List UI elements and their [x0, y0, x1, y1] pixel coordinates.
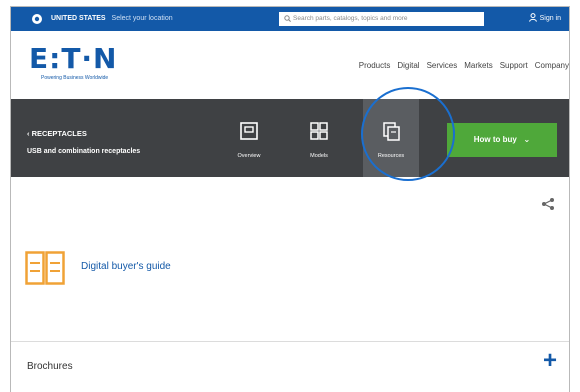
nav-products[interactable]: Products — [359, 61, 391, 70]
how-to-buy-label: How to buy — [473, 135, 517, 144]
browser-frame: UNITED STATES Select your location Searc… — [10, 6, 570, 392]
location-selector[interactable]: UNITED STATES Select your location — [51, 15, 173, 22]
nav-support[interactable]: Support — [500, 61, 528, 70]
book-icon — [25, 251, 65, 285]
logo-tagline: Powering Business Worldwide — [41, 75, 109, 81]
user-icon — [528, 13, 537, 22]
site-header: E:T·N Powering Business Worldwide Produc… — [11, 31, 569, 99]
tab-overview-label: Overview — [237, 153, 261, 159]
how-to-buy-button[interactable]: How to buy ⌄ — [447, 123, 557, 157]
sign-in-link[interactable]: Sign in — [528, 13, 561, 22]
tab-resources-label: Resources — [377, 153, 405, 159]
main-nav: Products Digital Services Markets Suppor… — [359, 61, 569, 70]
resources-icon — [383, 122, 400, 141]
models-grid-icon — [310, 122, 328, 140]
product-title: USB and combination receptacles — [27, 148, 141, 155]
share-icon[interactable] — [541, 197, 555, 211]
sign-in-label: Sign in — [539, 15, 561, 22]
nav-company[interactable]: Company — [535, 61, 569, 70]
chevron-down-icon: ⌄ — [519, 135, 531, 144]
tab-models-label: Models — [310, 153, 328, 159]
product-bar: ‹ RECEPTACLES USB and combination recept… — [11, 99, 569, 177]
divider — [11, 341, 569, 342]
nav-services[interactable]: Services — [427, 61, 458, 70]
select-location-link[interactable]: Select your location — [112, 15, 173, 22]
utility-bar: UNITED STATES Select your location Searc… — [11, 7, 569, 31]
expand-plus-icon[interactable]: + — [543, 349, 557, 373]
digital-buyers-guide-link[interactable]: Digital buyer's guide — [81, 258, 181, 275]
tab-overview[interactable]: Overview — [221, 99, 277, 177]
nav-markets[interactable]: Markets — [464, 61, 492, 70]
search-input[interactable]: Search parts, catalogs, topics and more — [279, 12, 484, 26]
nav-digital[interactable]: Digital — [397, 61, 419, 70]
overview-icon — [240, 122, 258, 140]
tab-models[interactable]: Models — [291, 99, 347, 177]
country-label: UNITED STATES — [51, 15, 106, 22]
search-placeholder: Search parts, catalogs, topics and more — [293, 15, 408, 22]
eaton-logo[interactable]: E:T·N — [29, 45, 118, 73]
tab-resources[interactable]: Resources — [363, 99, 419, 177]
brochures-section-title[interactable]: Brochures — [27, 361, 73, 372]
globe-icon — [32, 14, 42, 24]
search-icon — [284, 15, 291, 22]
breadcrumb[interactable]: ‹ RECEPTACLES — [27, 129, 87, 138]
